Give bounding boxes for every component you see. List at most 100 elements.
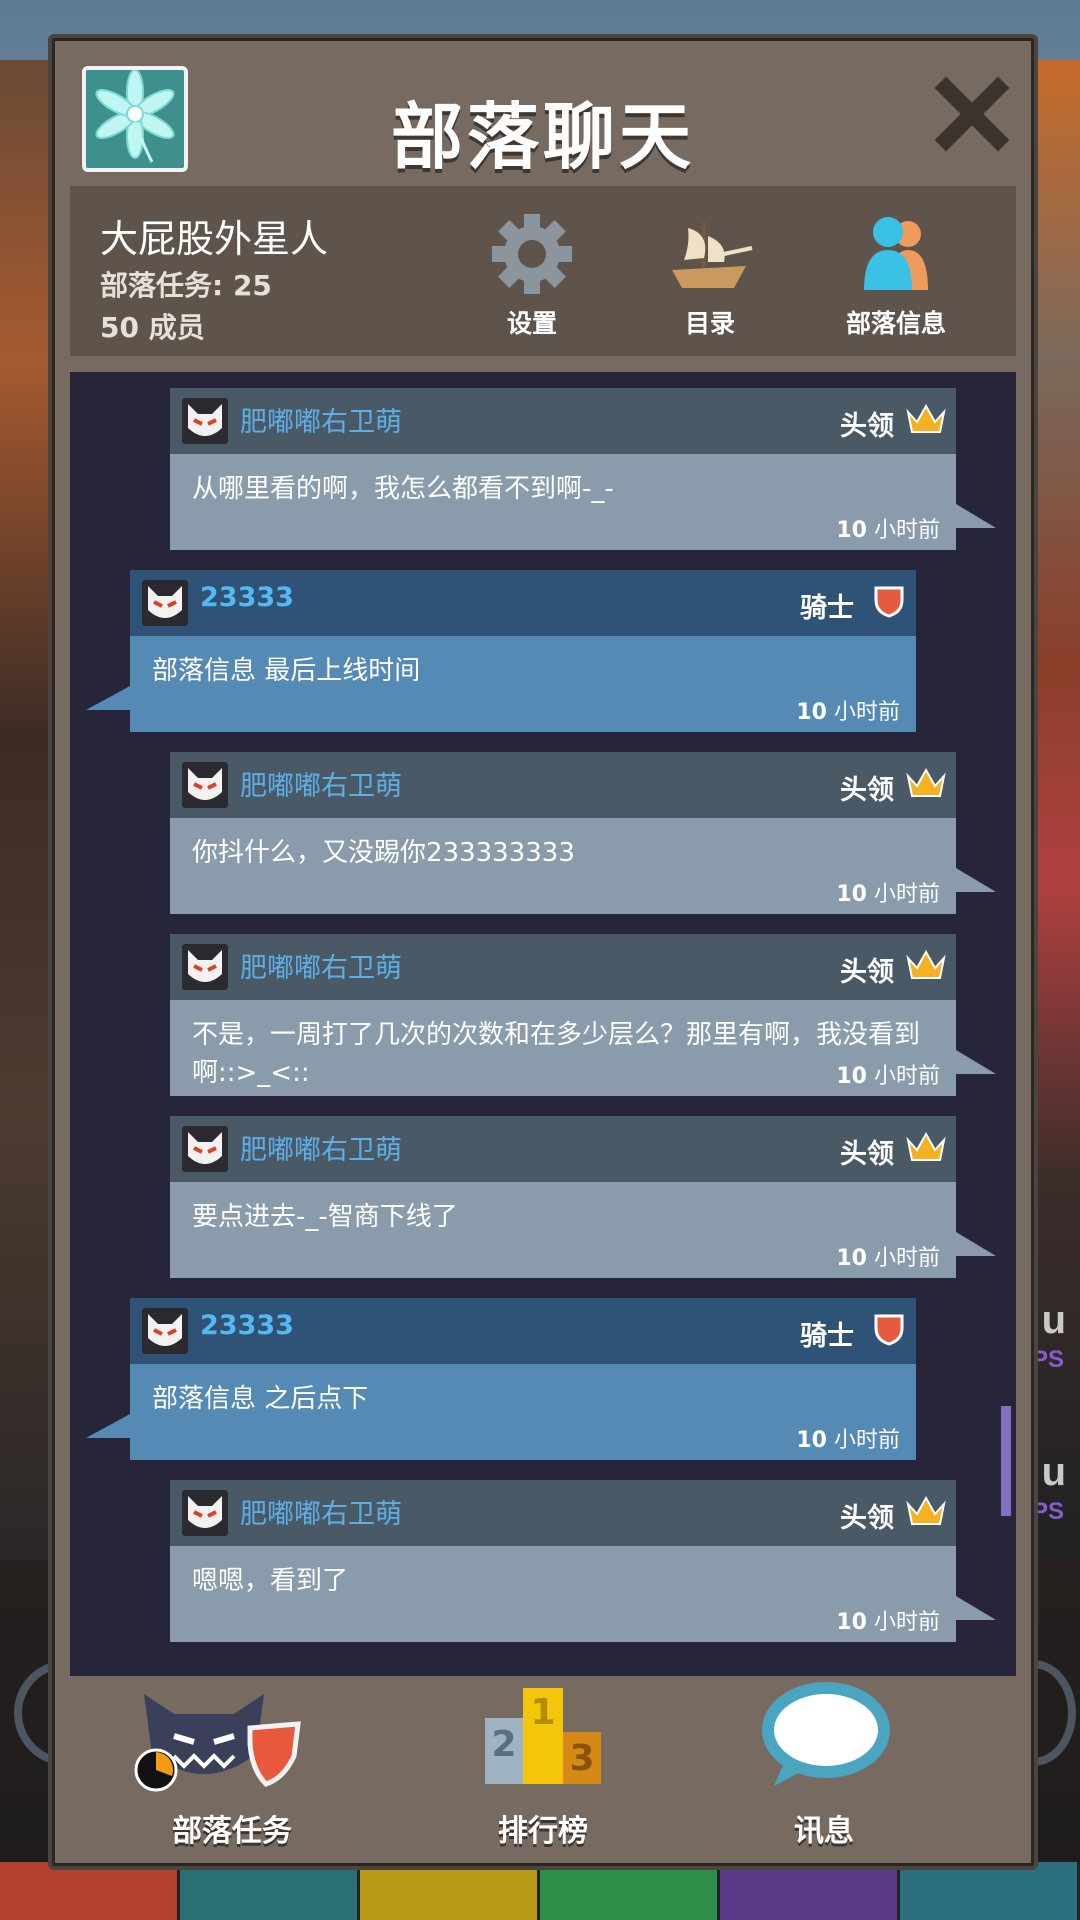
time-number: 10 xyxy=(796,1428,827,1453)
bubble-tail xyxy=(86,1414,130,1438)
catalog-label: 目录 xyxy=(684,309,735,338)
ship-icon xyxy=(672,222,753,288)
shield-icon xyxy=(874,586,904,618)
clan-missions-label: 部落任务 xyxy=(172,1814,292,1849)
demon-avatar-icon xyxy=(188,950,222,982)
speech-bubble-icon xyxy=(762,1682,890,1786)
message-time: 10 小时前 xyxy=(796,1422,900,1454)
sender-name[interactable]: 23333 xyxy=(200,582,294,613)
sender-rank: 骑士 xyxy=(800,1321,854,1352)
chat-message: 肥嘟嘟右卫萌 头领 从哪里看的啊，我怎么都看不到啊-_- 10 小时前 xyxy=(170,388,996,550)
background-letter-u: u xyxy=(1041,1298,1066,1342)
settings-button[interactable]: 设置 xyxy=(462,206,602,346)
close-icon xyxy=(934,76,1010,152)
chat-message-list[interactable]: 肥嘟嘟右卫萌 头领 从哪里看的啊，我怎么都看不到啊-_- 10 小时前 2333… xyxy=(70,372,1016,1676)
members-icon xyxy=(864,217,928,290)
bottom-nav: 部落任务 2 1 3 排行榜 讯息 xyxy=(52,1678,1034,1866)
clan-info-bar: 大屁股外星人 部落任务: 25 50 成员 设置 目录 部落信息 xyxy=(70,186,1016,356)
bubble-tail xyxy=(956,1596,996,1620)
sender-name[interactable]: 23333 xyxy=(200,1310,294,1341)
message-body: 从哪里看的啊，我怎么都看不到啊-_- 10 小时前 xyxy=(170,454,996,550)
message-body: 你抖什么，又没踢你233333333 10 小时前 xyxy=(170,818,996,914)
bubble-tail xyxy=(86,686,130,710)
demon-avatar-icon xyxy=(148,586,182,618)
time-number: 10 xyxy=(796,700,827,725)
demon-avatar-icon xyxy=(188,404,222,436)
demon-avatar-icon xyxy=(188,1132,222,1164)
demon-avatar-icon xyxy=(148,1314,182,1346)
clan-missions-button[interactable]: 部落任务 xyxy=(112,1678,352,1866)
settings-label: 设置 xyxy=(506,309,557,338)
message-text: 你抖什么，又没踢你233333333 xyxy=(192,838,575,868)
message-body: 不是，一周打了几次的次数和在多少层么？那里有啊，我没看到啊::>_<:: 10 … xyxy=(170,1000,996,1096)
time-number: 10 xyxy=(836,882,867,907)
chat-message: 23333 骑士 部落信息 最后上线时间 10 小时前 xyxy=(86,570,916,732)
player-avatar[interactable] xyxy=(182,1126,228,1172)
podium-icon: 2 1 3 xyxy=(485,1688,601,1784)
podium-third-number: 3 xyxy=(569,1738,594,1779)
time-unit: 小时前 xyxy=(873,1064,940,1089)
message-text: 不是，一周打了几次的次数和在多少层么？那里有啊，我没看到啊::>_<:: xyxy=(192,1020,921,1088)
message-time: 10 小时前 xyxy=(836,1058,940,1090)
sender-rank: 头领 xyxy=(840,957,894,988)
player-avatar[interactable] xyxy=(182,1490,228,1536)
time-unit: 小时前 xyxy=(873,882,940,907)
message-header: 肥嘟嘟右卫萌 头领 xyxy=(170,1480,956,1546)
clan-name: 大屁股外星人 xyxy=(100,217,329,261)
sender-rank: 头领 xyxy=(840,775,894,806)
clan-chat-panel: 部落聊天 大屁股外星人 部落任务: 25 50 成员 设置 目录 部落信息 肥嘟… xyxy=(48,34,1038,1870)
message-time: 10 小时前 xyxy=(836,512,940,544)
chat-scrollbar[interactable] xyxy=(1001,1406,1011,1516)
shield-icon xyxy=(874,1314,904,1346)
demon-avatar-icon xyxy=(188,768,222,800)
time-number: 10 xyxy=(836,1246,867,1271)
time-number: 10 xyxy=(836,518,867,543)
message-text: 部落信息 之后点下 xyxy=(152,1384,369,1414)
time-number: 10 xyxy=(836,1064,867,1089)
chat-message: 肥嘟嘟右卫萌 头领 你抖什么，又没踢你233333333 10 小时前 xyxy=(170,752,996,914)
sender-rank: 骑士 xyxy=(800,593,854,624)
clan-member-count: 50 成员 xyxy=(100,311,205,344)
time-unit: 小时前 xyxy=(873,518,940,543)
sender-name[interactable]: 肥嘟嘟右卫萌 xyxy=(240,764,402,803)
background-left-scenery xyxy=(0,60,52,1560)
demon-shield-icon xyxy=(134,1694,301,1792)
messages-button[interactable]: 讯息 xyxy=(704,1678,944,1866)
message-body: 部落信息 之后点下 10 小时前 xyxy=(86,1364,916,1460)
message-header: 23333 骑士 xyxy=(130,1298,916,1364)
message-time: 10 小时前 xyxy=(836,1604,940,1636)
chat-message: 肥嘟嘟右卫萌 头领 嗯嗯，看到了 10 小时前 xyxy=(170,1480,996,1642)
time-number: 10 xyxy=(836,1610,867,1635)
message-body: 要点进去-_-智商下线了 10 小时前 xyxy=(170,1182,996,1278)
message-header: 肥嘟嘟右卫萌 头领 xyxy=(170,934,956,1000)
gear-icon xyxy=(492,214,572,294)
message-time: 10 小时前 xyxy=(836,876,940,908)
player-avatar[interactable] xyxy=(142,580,188,626)
sender-name[interactable]: 肥嘟嘟右卫萌 xyxy=(240,946,402,985)
player-avatar[interactable] xyxy=(182,762,228,808)
player-avatar[interactable] xyxy=(182,944,228,990)
sender-name[interactable]: 肥嘟嘟右卫萌 xyxy=(240,1492,402,1531)
message-header: 肥嘟嘟右卫萌 头领 xyxy=(170,388,956,454)
demon-avatar-icon xyxy=(188,1496,222,1528)
crown-icon xyxy=(906,1131,946,1161)
crown-icon xyxy=(906,767,946,797)
crown-icon xyxy=(906,949,946,979)
sender-name[interactable]: 肥嘟嘟右卫萌 xyxy=(240,400,402,439)
panel-title: 部落聊天 xyxy=(390,95,695,179)
player-avatar[interactable] xyxy=(182,398,228,444)
close-button[interactable] xyxy=(932,74,1012,154)
sender-rank: 头领 xyxy=(840,1503,894,1534)
leaderboard-button[interactable]: 2 1 3 排行榜 xyxy=(423,1678,663,1866)
clan-info-button[interactable]: 部落信息 xyxy=(826,206,966,346)
background-tab-strip xyxy=(0,1862,1080,1920)
chat-message: 肥嘟嘟右卫萌 头领 不是，一周打了几次的次数和在多少层么？那里有啊，我没看到啊:… xyxy=(170,934,996,1096)
messages-label: 讯息 xyxy=(794,1814,854,1849)
sender-name[interactable]: 肥嘟嘟右卫萌 xyxy=(240,1128,402,1167)
crown-icon xyxy=(906,403,946,433)
catalog-button[interactable]: 目录 xyxy=(640,206,780,346)
crown-icon xyxy=(906,1495,946,1525)
message-time: 10 小时前 xyxy=(796,694,900,726)
player-avatar[interactable] xyxy=(142,1308,188,1354)
podium-first-number: 1 xyxy=(530,1692,555,1733)
